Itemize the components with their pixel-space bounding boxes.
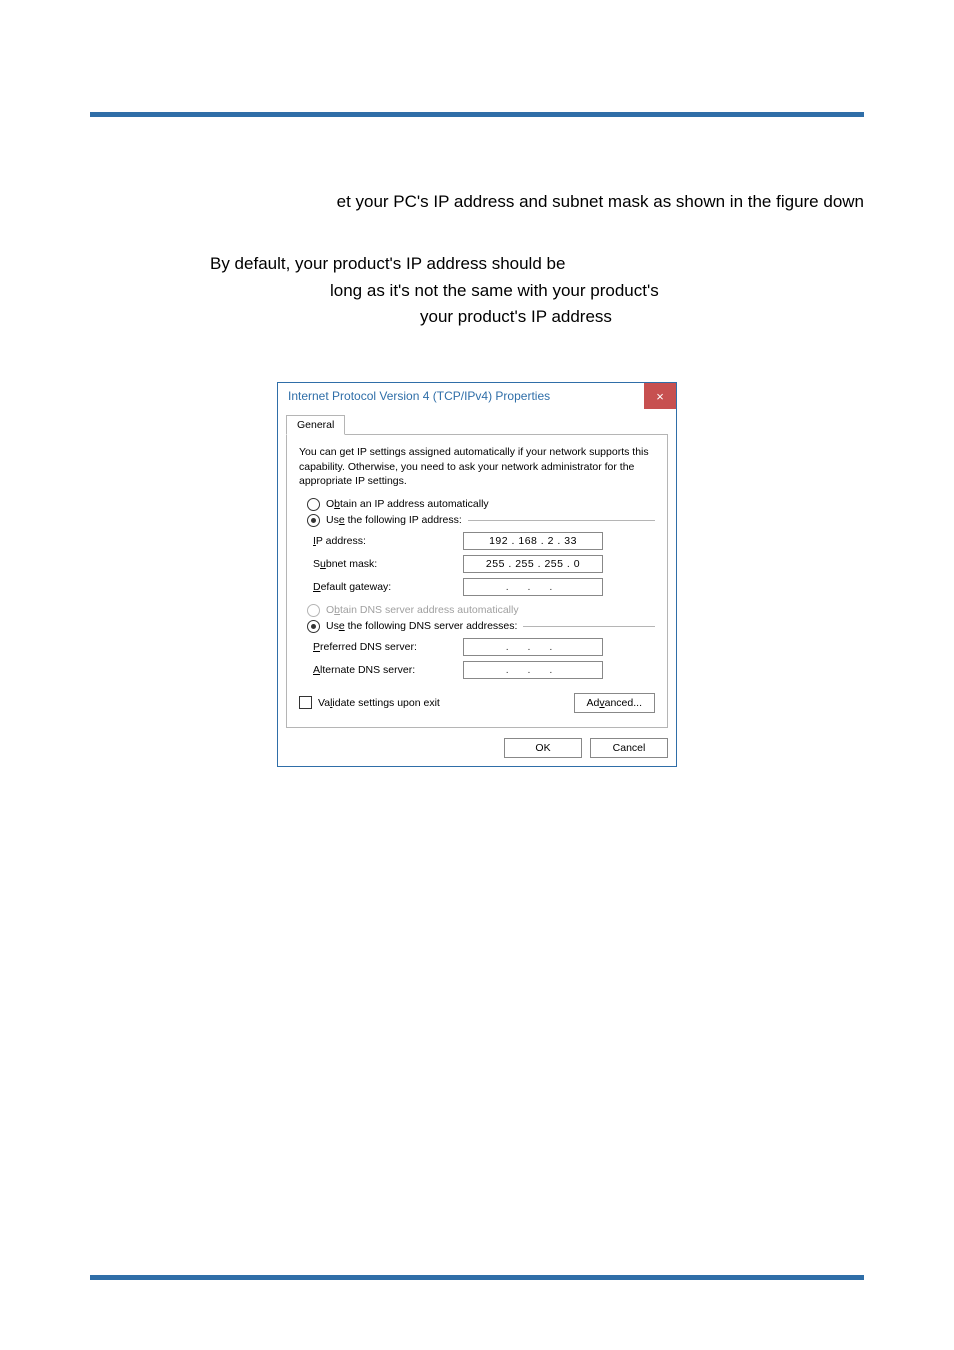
radio-label: Obtain DNS server address automatically xyxy=(326,604,519,616)
checkbox-validate-on-exit[interactable]: Validate settings upon exit xyxy=(299,696,440,709)
preferred-dns-input[interactable]: . . . xyxy=(463,638,603,656)
subnet-mask-label: Subnet mask: xyxy=(313,558,463,570)
alternate-dns-label: Alternate DNS server: xyxy=(313,664,463,676)
close-icon: × xyxy=(656,390,664,403)
body-line-2: By default, your product's IP address sh… xyxy=(90,251,864,277)
field-alternate-dns: Alternate DNS server: . . . xyxy=(313,661,655,679)
ip-address-label: IP address: xyxy=(313,535,463,547)
checkbox-icon xyxy=(299,696,312,709)
dialog-titlebar: Internet Protocol Version 4 (TCP/IPv4) P… xyxy=(278,383,676,409)
tab-general-body: You can get IP settings assigned automat… xyxy=(286,434,668,728)
radio-obtain-dns-auto: Obtain DNS server address automatically xyxy=(307,604,655,617)
radio-icon xyxy=(307,514,320,527)
body-line-1: et your PC's IP address and subnet mask … xyxy=(90,189,864,215)
checkbox-label: Validate settings upon exit xyxy=(318,697,440,709)
field-subnet-mask: Subnet mask: 255 . 255 . 255 . 0 xyxy=(313,555,655,573)
body-text-block: et your PC's IP address and subnet mask … xyxy=(90,189,864,330)
cancel-button[interactable]: Cancel xyxy=(590,738,668,758)
body-line-3: long as it's not the same with your prod… xyxy=(90,278,864,304)
radio-icon xyxy=(307,498,320,511)
field-preferred-dns: Preferred DNS server: . . . xyxy=(313,638,655,656)
radio-use-following-ip[interactable]: Use the following IP address: xyxy=(307,514,655,527)
radio-icon xyxy=(307,620,320,633)
alternate-dns-input[interactable]: . . . xyxy=(463,661,603,679)
advanced-button[interactable]: Advanced... xyxy=(574,693,655,713)
group-rule xyxy=(523,626,655,627)
description-text: You can get IP settings assigned automat… xyxy=(299,445,655,488)
ok-button[interactable]: OK xyxy=(504,738,582,758)
tab-general[interactable]: General xyxy=(286,415,345,435)
radio-use-following-dns[interactable]: Use the following DNS server addresses: xyxy=(307,620,655,633)
ipv4-properties-dialog: Internet Protocol Version 4 (TCP/IPv4) P… xyxy=(277,382,677,767)
default-gateway-input[interactable]: . . . xyxy=(463,578,603,596)
radio-icon xyxy=(307,604,320,617)
radio-label: Obtain an IP address automatically xyxy=(326,498,489,510)
radio-label: Use the following DNS server addresses: xyxy=(326,620,517,632)
dialog-title: Internet Protocol Version 4 (TCP/IPv4) P… xyxy=(278,383,644,409)
subnet-mask-input[interactable]: 255 . 255 . 255 . 0 xyxy=(463,555,603,573)
bottom-rule xyxy=(90,1275,864,1280)
field-default-gateway: Default gateway: . . . xyxy=(313,578,655,596)
ip-address-input[interactable]: 192 . 168 . 2 . 33 xyxy=(463,532,603,550)
default-gateway-label: Default gateway: xyxy=(313,581,463,593)
body-line-4: your product's IP address xyxy=(90,304,864,330)
preferred-dns-label: Preferred DNS server: xyxy=(313,641,463,653)
radio-obtain-ip-auto[interactable]: Obtain an IP address automatically xyxy=(307,498,655,511)
close-button[interactable]: × xyxy=(644,383,676,409)
radio-label: Use the following IP address: xyxy=(326,514,462,526)
group-rule xyxy=(468,520,655,521)
field-ip-address: IP address: 192 . 168 . 2 . 33 xyxy=(313,532,655,550)
